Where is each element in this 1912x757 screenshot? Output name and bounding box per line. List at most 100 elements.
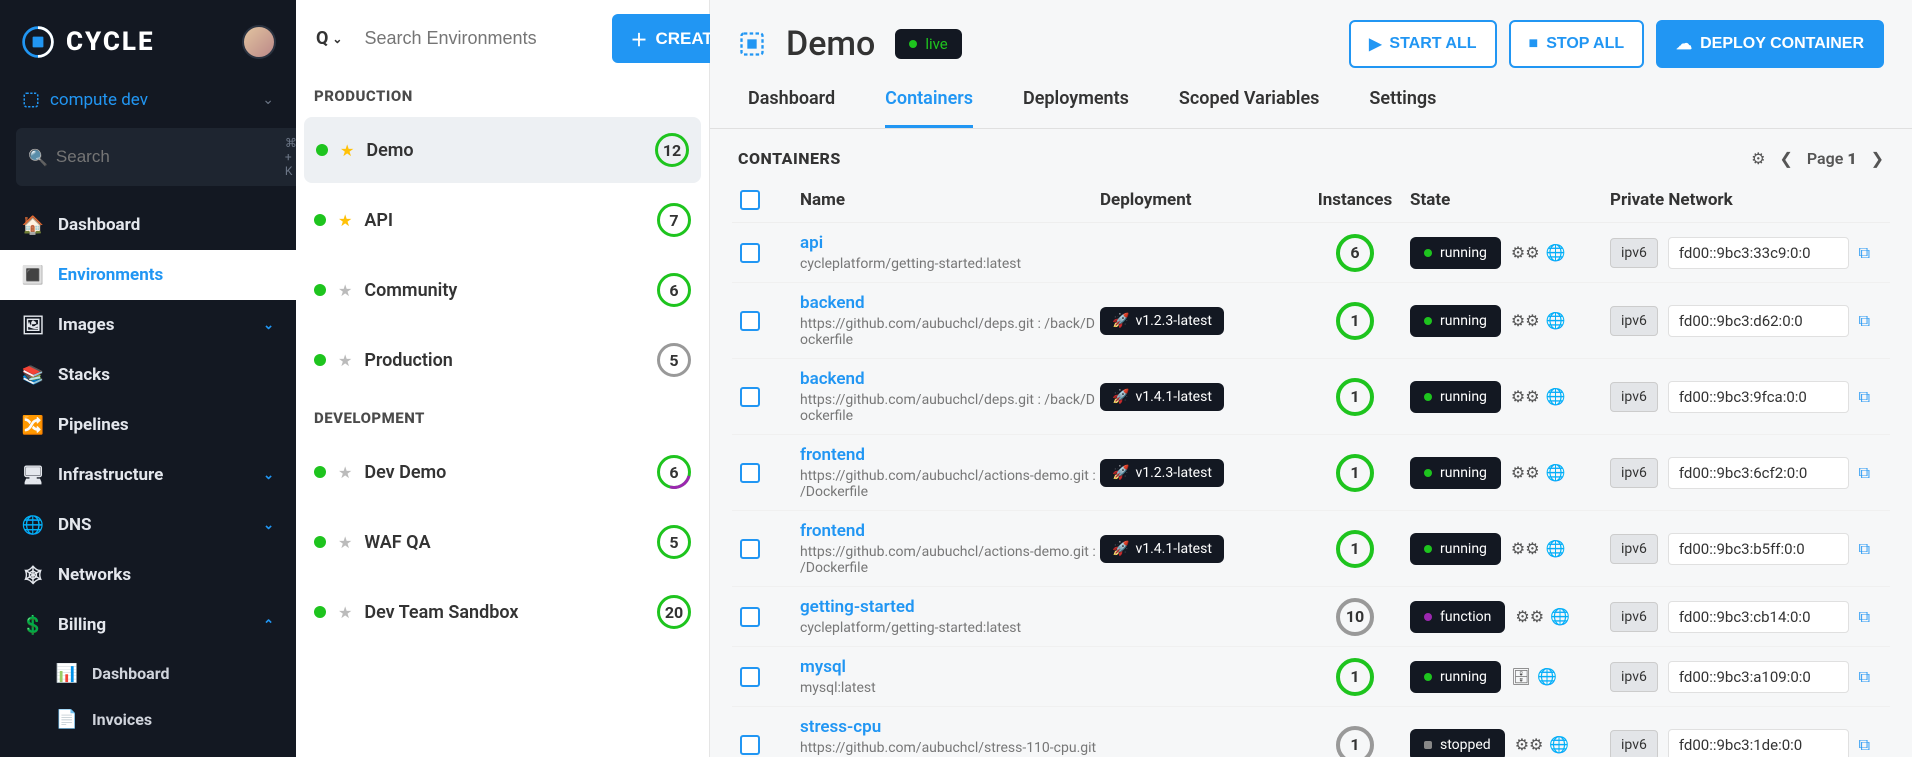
search-input[interactable] <box>56 147 277 167</box>
env-search-input[interactable] <box>358 18 602 59</box>
copy-icon[interactable]: ⧉ <box>1859 387 1870 407</box>
prev-page-button[interactable]: ❮ <box>1779 149 1792 168</box>
row-checkbox[interactable] <box>740 387 760 407</box>
gears-icon[interactable]: ⚙⚙ <box>1511 463 1540 482</box>
row-checkbox[interactable] <box>740 539 760 559</box>
sidebar-item-billing-dashboard[interactable]: 📊Dashboard <box>56 650 296 696</box>
container-name-link[interactable]: frontend <box>800 521 1100 541</box>
star-icon[interactable]: ★ <box>338 603 352 622</box>
next-page-button[interactable]: ❯ <box>1871 149 1884 168</box>
start-all-button[interactable]: ▶START ALL <box>1349 20 1496 68</box>
star-icon[interactable]: ★ <box>338 351 352 370</box>
select-all-checkbox[interactable] <box>740 190 760 210</box>
env-item[interactable]: ★ Demo 12 <box>304 117 701 183</box>
sidebar-item-stacks[interactable]: 📚Stacks <box>0 350 296 400</box>
row-checkbox[interactable] <box>740 311 760 331</box>
env-label: Production <box>364 350 645 371</box>
brand-name: CYCLE <box>66 27 155 57</box>
avatar[interactable] <box>242 25 276 59</box>
gears-icon[interactable]: ⚙⚙ <box>1511 387 1540 406</box>
star-icon[interactable]: ★ <box>338 463 352 482</box>
tab-dashboard[interactable]: Dashboard <box>748 88 835 128</box>
container-source: https://github.com/aubuchcl/deps.git : /… <box>800 316 1100 348</box>
sidebar-item-networks[interactable]: 🕸Networks <box>0 550 296 600</box>
project-selector[interactable]: compute dev ⌄ <box>0 80 296 120</box>
sidebar-item-dashboard[interactable]: 🏠Dashboard <box>0 200 296 250</box>
globe-icon: 🌐 <box>1546 463 1566 482</box>
sidebar-item-infrastructure[interactable]: 🖥Infrastructure⌄ <box>0 450 296 500</box>
disk-icon: 🗄 <box>1511 667 1531 686</box>
tab-containers[interactable]: Containers <box>885 88 973 128</box>
container-source: https://github.com/aubuchcl/stress-110-c… <box>800 740 1100 757</box>
star-icon[interactable]: ★ <box>338 211 352 230</box>
globe-icon: 🌐 <box>22 514 44 536</box>
container-name-link[interactable]: backend <box>800 369 1100 389</box>
tabs: Dashboard Containers Deployments Scoped Var… <box>710 68 1912 129</box>
star-icon[interactable]: ★ <box>338 281 352 300</box>
tab-scoped-variables[interactable]: Scoped Variables <box>1179 88 1320 128</box>
env-item[interactable]: ★ WAF QA 5 <box>296 507 709 577</box>
container-name-link[interactable]: getting-started <box>800 597 1100 617</box>
env-item[interactable]: ★ Community 6 <box>296 255 709 325</box>
container-name-link[interactable]: stress-cpu <box>800 717 1100 737</box>
copy-icon[interactable]: ⧉ <box>1859 607 1870 627</box>
sidebar-item-billing[interactable]: 💲Billing⌃ <box>0 600 296 650</box>
tab-deployments[interactable]: Deployments <box>1023 88 1129 128</box>
table-header: Name Deployment Instances State Private … <box>732 178 1890 223</box>
env-item[interactable]: ★ Dev Team Sandbox 20 <box>296 577 709 647</box>
env-item[interactable]: ★ Production 5 <box>296 325 709 395</box>
search-scope-button[interactable]: Q ⌄ <box>310 20 348 57</box>
net-icon: 🕸 <box>22 564 44 586</box>
copy-icon[interactable]: ⧉ <box>1859 243 1870 263</box>
row-checkbox[interactable] <box>740 243 760 263</box>
stop-all-button[interactable]: ■STOP ALL <box>1509 20 1645 68</box>
tab-settings[interactable]: Settings <box>1369 88 1436 128</box>
nav-label: Environments <box>58 265 163 285</box>
nav-label: Images <box>58 315 114 335</box>
project-icon <box>22 91 40 109</box>
private-ip: fd00::9bc3:9fca:0:0 <box>1668 381 1849 413</box>
sidebar-item-environments[interactable]: 🔳Environments <box>0 250 296 300</box>
gears-icon[interactable]: ⚙⚙ <box>1511 243 1540 262</box>
container-name-link[interactable]: mysql <box>800 657 1100 677</box>
container-name-link[interactable]: api <box>800 233 1100 253</box>
gears-icon[interactable]: ⚙⚙ <box>1511 539 1540 558</box>
col-state: State <box>1410 190 1610 210</box>
copy-icon[interactable]: ⧉ <box>1859 311 1870 331</box>
table-row: stress-cpu https://github.com/aubuchcl/st… <box>732 707 1890 757</box>
row-checkbox[interactable] <box>740 735 760 755</box>
gears-icon[interactable]: ⚙⚙ <box>1511 311 1540 330</box>
container-name-link[interactable]: frontend <box>800 445 1100 465</box>
star-icon[interactable]: ★ <box>338 533 352 552</box>
sidebar-item-images[interactable]: 🖼Images⌄ <box>0 300 296 350</box>
environment-icon <box>738 30 766 58</box>
status-dot-icon <box>314 284 326 296</box>
gear-icon[interactable]: ⚙ <box>1751 149 1765 168</box>
sidebar-item-pipelines[interactable]: 🔀Pipelines <box>0 400 296 450</box>
env-item[interactable]: ★ API 7 <box>296 185 709 255</box>
row-checkbox[interactable] <box>740 463 760 483</box>
row-checkbox[interactable] <box>740 607 760 627</box>
copy-icon[interactable]: ⧉ <box>1859 667 1870 687</box>
sidebar-item-billing-invoices[interactable]: 📄Invoices <box>56 696 296 742</box>
row-checkbox[interactable] <box>740 667 760 687</box>
gears-icon[interactable]: ⚙⚙ <box>1515 735 1544 754</box>
deploy-container-button[interactable]: ☁DEPLOY CONTAINER <box>1656 20 1884 68</box>
sidebar-item-dns[interactable]: 🌐DNS⌄ <box>0 500 296 550</box>
copy-icon[interactable]: ⧉ <box>1859 539 1870 559</box>
global-search[interactable]: 🔍 ⌘ + K <box>16 128 309 186</box>
nav-label: Infrastructure <box>58 465 163 485</box>
nav-label: Billing <box>58 615 106 635</box>
globe-icon: 🌐 <box>1546 311 1566 330</box>
star-icon[interactable]: ★ <box>340 141 354 160</box>
ipv6-badge: ipv6 <box>1610 534 1658 564</box>
container-name-link[interactable]: backend <box>800 293 1100 313</box>
copy-icon[interactable]: ⧉ <box>1859 463 1870 483</box>
env-instance-count: 5 <box>657 343 691 377</box>
copy-icon[interactable]: ⧉ <box>1859 735 1870 755</box>
gears-icon[interactable]: ⚙⚙ <box>1515 607 1544 626</box>
env-section-title: DEVELOPMENT <box>296 395 709 437</box>
col-deployment: Deployment <box>1100 190 1300 210</box>
table-row: frontendhttps://github.com/aubuchcl/acti… <box>732 435 1890 511</box>
env-item[interactable]: ★ Dev Demo 6 <box>296 437 709 507</box>
